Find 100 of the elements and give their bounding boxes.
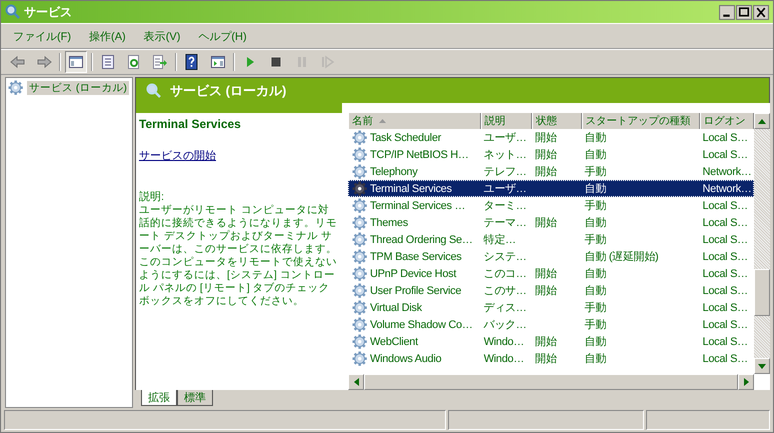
service-name: Terminal Services: [139, 117, 242, 131]
scroll-thumb[interactable]: [754, 269, 770, 316]
menu-item[interactable]: 表示(V): [138, 26, 186, 46]
description-text: ユーザーがリモート コンピュータに対話的に接続できるようになります。リモート デスクトップおよびターミナル サーバーは、このサービスに依存します。このコンピュータをリモートで使えないようにするには、[システム] コントロール パネルの [リモート] タブのチェックボックスをオフにしてください。: [139, 204, 338, 308]
gear-icon: [352, 198, 368, 214]
table-cell: Local S…: [702, 318, 748, 330]
table-cell: Local S…: [702, 132, 748, 144]
table-cell: Local S…: [702, 336, 748, 348]
service-name[interactable]: Windows Audio: [370, 352, 442, 364]
service-name[interactable]: Virtual Disk: [370, 302, 422, 314]
table-cell: Local S…: [702, 250, 748, 262]
gear-icon: [352, 130, 368, 146]
service-name[interactable]: TCP/IP NetBIOS H…: [370, 148, 469, 160]
table-cell-text: 手動: [584, 233, 606, 247]
column-header[interactable]: 説明: [480, 113, 532, 129]
service-name[interactable]: Telephony: [370, 166, 418, 178]
gear-icon: [352, 180, 368, 196]
window-title: サービス: [24, 4, 72, 20]
table-cell-text: ユーザ…: [484, 131, 526, 145]
gear-icon: [352, 266, 368, 282]
vertical-scrollbar[interactable]: [754, 113, 770, 374]
table-cell: Local S…: [702, 302, 748, 314]
table-cell-text: テレフ…: [484, 165, 526, 179]
table-cell: Network…: [702, 166, 752, 178]
close-button[interactable]: [753, 4, 769, 20]
table-cell-text: テーマ…: [484, 216, 526, 230]
column-header[interactable]: スタートアップの種類: [582, 113, 700, 129]
scroll-left-icon[interactable]: [354, 378, 358, 386]
scroll-down-icon[interactable]: [758, 364, 766, 368]
gear-icon: [352, 232, 368, 248]
table-cell-text: バック…: [484, 318, 526, 332]
table-cell-text: ターミ…: [484, 199, 526, 213]
table-cell-text: ディス…: [484, 301, 526, 315]
table-cell-text: 自動: [584, 131, 606, 145]
gear-icon: [352, 282, 368, 298]
table-cell-text: 自動: [584, 182, 606, 196]
gear-icon: [352, 214, 368, 230]
table-cell-text: 特定…: [484, 232, 516, 247]
table-cell-text: このコ…: [484, 267, 526, 281]
panel-title: サービス (ローカル): [170, 82, 286, 100]
table-cell: Local S…: [702, 216, 748, 228]
table-cell-text: 開始: [535, 267, 557, 281]
table-cell-text: 自動: [584, 352, 606, 366]
service-name[interactable]: User Profile Service: [370, 284, 462, 296]
table-cell-text: 自動: [584, 267, 606, 281]
table-cell-text: システ…: [484, 250, 526, 264]
table-cell-text: 開始: [535, 216, 557, 230]
service-name[interactable]: Task Scheduler: [370, 132, 442, 144]
service-name[interactable]: TPM Base Services: [370, 250, 462, 262]
pane-toggle-icon[interactable]: [65, 51, 87, 73]
table-cell: Local S…: [702, 200, 748, 212]
service-name[interactable]: Terminal Services: [370, 182, 452, 194]
column-header[interactable]: 状態: [532, 113, 582, 129]
view-tab[interactable]: 拡張: [141, 390, 177, 406]
table-cell: Network…: [702, 182, 752, 194]
table-cell: Local S…: [702, 234, 748, 246]
scroll-up-icon[interactable]: [758, 118, 766, 124]
table-cell: Windo…: [484, 352, 524, 364]
description-label: 説明:: [139, 190, 166, 204]
table-cell-text: 開始: [535, 131, 557, 145]
service-name[interactable]: UPnP Device Host: [370, 268, 456, 280]
tree-item[interactable]: サービス (ローカル): [27, 81, 129, 95]
table-cell-text: 手動: [584, 199, 606, 213]
table-cell-text: 開始: [535, 335, 557, 349]
table-cell-text: 手動: [584, 165, 606, 179]
scroll-right-icon[interactable]: [744, 378, 748, 386]
service-name[interactable]: Terminal Services …: [370, 200, 466, 212]
table-cell-text: 自動: [584, 335, 606, 349]
menu-item[interactable]: ヘルプ(H): [192, 26, 253, 46]
gear-icon: [352, 316, 368, 332]
menu-item[interactable]: ファイル(F): [7, 26, 78, 46]
start-service-link[interactable]: サービスの開始: [139, 150, 216, 162]
gear-icon: [352, 248, 368, 264]
service-name[interactable]: Themes: [370, 216, 408, 228]
table-cell-text: 手動: [584, 301, 606, 315]
gear-icon: [352, 334, 368, 350]
gear-icon: [352, 350, 368, 366]
gear-icon: [352, 300, 368, 316]
table-cell: Local S…: [702, 148, 748, 160]
table-cell-text: 自動: [584, 216, 606, 230]
minimize-button[interactable]: [719, 4, 735, 20]
horizontal-scrollbar[interactable]: [348, 374, 754, 390]
gear-icon: [352, 164, 368, 180]
gear-icon: [8, 80, 24, 96]
service-name[interactable]: Volume Shadow Co…: [370, 318, 473, 330]
table-cell: Local S…: [702, 284, 748, 296]
table-cell: Windo…: [484, 336, 524, 348]
maximize-button[interactable]: [736, 4, 752, 20]
table-cell-text: 開始: [535, 284, 557, 298]
service-name[interactable]: WebClient: [370, 336, 418, 348]
table-cell-text: 開始: [535, 352, 557, 366]
table-cell: Local S…: [702, 268, 748, 280]
menu-item[interactable]: 操作(A): [83, 26, 132, 46]
column-header[interactable]: 名前: [348, 113, 481, 129]
table-cell-text: 開始: [535, 148, 557, 162]
table-cell-text: ネット…: [484, 148, 526, 162]
table-cell-text: 自動: [584, 284, 606, 298]
table-cell-text: 手動: [584, 318, 606, 332]
view-tab[interactable]: 標準: [177, 390, 213, 406]
service-name[interactable]: Thread Ordering Se…: [370, 234, 473, 246]
